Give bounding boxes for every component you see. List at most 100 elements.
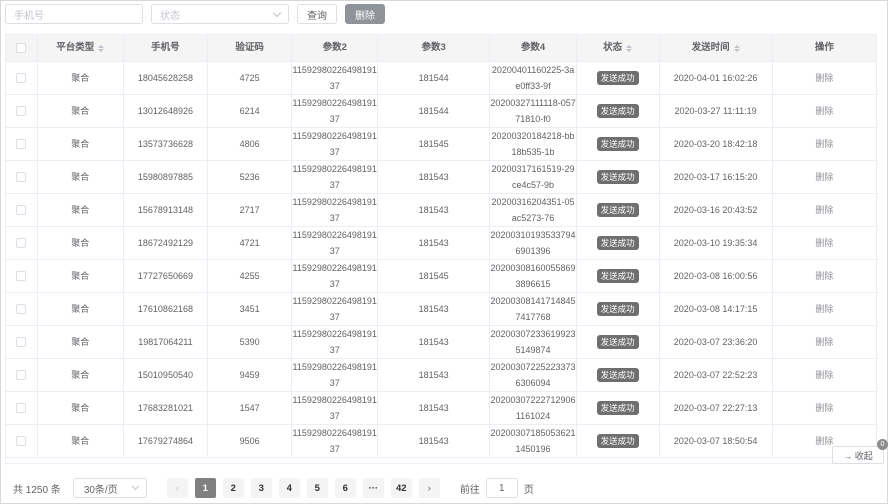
status-badge: 发送成功 — [596, 137, 639, 151]
cell-code: 9506 — [208, 425, 293, 457]
cell-send-time: 2020-03-20 18:42:18 — [660, 128, 773, 160]
row-checkbox[interactable] — [16, 337, 27, 347]
cell-send-time: 2020-03-10 19:35:34 — [660, 227, 773, 259]
cell-send-time: 2020-03-07 22:27:13 — [660, 392, 773, 424]
cell-code: 4806 — [208, 128, 293, 160]
row-delete-link[interactable]: 删除 — [815, 70, 833, 86]
cell-action: 删除 — [773, 359, 876, 391]
cell-code: 5390 — [208, 326, 293, 358]
cell-param2: 1159298022649819137 — [292, 326, 379, 358]
header-send-time[interactable]: 发送时间 — [660, 35, 773, 61]
row-delete-link[interactable]: 删除 — [815, 103, 833, 119]
row-checkbox[interactable] — [16, 304, 27, 314]
row-checkbox[interactable] — [16, 205, 27, 215]
row-checkbox[interactable] — [16, 106, 27, 116]
cell-param2: 1159298022649819137 — [292, 293, 379, 325]
row-select — [6, 62, 38, 94]
header-platform[interactable]: 平台类型 — [38, 35, 125, 61]
row-delete-link[interactable]: 删除 — [815, 202, 833, 218]
table-body: 聚合 18045628258 4725 1159298022649819137 1815… — [6, 62, 876, 458]
row-checkbox[interactable] — [16, 271, 27, 281]
row-checkbox[interactable] — [16, 139, 27, 149]
page-button[interactable]: 4 — [278, 478, 300, 498]
header-code: 验证码 — [208, 35, 293, 61]
header-status[interactable]: 状态 — [577, 35, 660, 61]
phone-search-input[interactable]: 手机号 — [5, 4, 143, 24]
cell-send-time: 2020-04-01 16:02:26 — [660, 62, 773, 94]
row-delete-link[interactable]: 删除 — [815, 433, 833, 449]
page-button[interactable]: 5 — [306, 478, 328, 498]
select-all-checkbox[interactable] — [16, 43, 27, 53]
row-select — [6, 95, 38, 127]
sort-icon[interactable] — [98, 44, 105, 52]
cell-platform: 聚合 — [38, 392, 125, 424]
page-button[interactable]: 6 — [334, 478, 356, 498]
cell-send-time: 2020-03-08 14:17:15 — [660, 293, 773, 325]
cell-code: 4255 — [208, 260, 293, 292]
cell-phone: 15678913148 — [124, 194, 208, 226]
cell-phone: 17727650669 — [124, 260, 208, 292]
cell-status: 发送成功 — [577, 128, 660, 160]
cell-status: 发送成功 — [577, 227, 660, 259]
status-badge: 发送成功 — [596, 335, 639, 349]
row-select — [6, 293, 38, 325]
row-delete-link[interactable]: 删除 — [815, 169, 833, 185]
sort-icon[interactable] — [626, 44, 633, 52]
prev-page-button[interactable]: ‹ — [166, 478, 188, 498]
cell-param3: 181544 — [378, 95, 491, 127]
row-delete-link[interactable]: 删除 — [815, 136, 833, 152]
next-page-button[interactable]: › — [418, 478, 440, 498]
row-select — [6, 128, 38, 160]
cell-param3: 181543 — [378, 392, 491, 424]
status-select[interactable]: 状态 — [151, 4, 289, 24]
cell-platform: 聚合 — [38, 62, 125, 94]
row-delete-link[interactable]: 删除 — [815, 367, 833, 383]
goto-page-input[interactable]: 1 — [485, 478, 518, 498]
cell-param3: 181543 — [378, 161, 491, 193]
page-size-select[interactable]: 30条/页 — [72, 478, 147, 498]
cell-param4: 20200320184218-bb18b535-1b — [490, 128, 577, 160]
cell-code: 2717 — [208, 194, 293, 226]
query-button[interactable]: 查询 — [297, 4, 337, 24]
corner-badge: 0 — [877, 439, 888, 450]
page-button[interactable]: 3 — [250, 478, 272, 498]
cell-status: 发送成功 — [577, 194, 660, 226]
row-checkbox[interactable] — [16, 238, 27, 248]
row-checkbox[interactable] — [16, 403, 27, 413]
row-select — [6, 260, 38, 292]
cell-send-time: 2020-03-07 18:50:54 — [660, 425, 773, 457]
cell-send-time: 2020-03-16 20:43:52 — [660, 194, 773, 226]
page-button[interactable]: 1 — [194, 478, 216, 498]
page-button[interactable]: 42 — [390, 478, 412, 498]
row-checkbox[interactable] — [16, 172, 27, 182]
status-badge: 发送成功 — [596, 269, 639, 283]
row-checkbox[interactable] — [16, 436, 27, 446]
delete-button[interactable]: 删除 — [345, 4, 385, 24]
row-delete-link[interactable]: 删除 — [815, 334, 833, 350]
row-delete-link[interactable]: 删除 — [815, 301, 833, 317]
cell-param3: 181543 — [378, 293, 491, 325]
cell-code: 6214 — [208, 95, 293, 127]
cell-platform: 聚合 — [38, 227, 125, 259]
row-delete-link[interactable]: 删除 — [815, 235, 833, 251]
row-checkbox[interactable] — [16, 370, 27, 380]
cell-param3: 181545 — [378, 128, 491, 160]
row-checkbox[interactable] — [16, 73, 27, 83]
table-row: 聚合 15678913148 2717 1159298022649819137 1815… — [6, 194, 876, 227]
status-badge: 发送成功 — [596, 203, 639, 217]
cell-param4: 202003072252233736306094 — [490, 359, 577, 391]
cell-send-time: 2020-03-08 16:00:56 — [660, 260, 773, 292]
row-delete-link[interactable]: 删除 — [815, 400, 833, 416]
cell-param3: 181543 — [378, 326, 491, 358]
row-delete-link[interactable]: 删除 — [815, 268, 833, 284]
page-button[interactable]: 2 — [222, 478, 244, 498]
cell-platform: 聚合 — [38, 128, 125, 160]
cell-phone: 17679274864 — [124, 425, 208, 457]
cell-param3: 181543 — [378, 359, 491, 391]
sort-icon[interactable] — [733, 44, 740, 52]
cell-phone: 19817064211 — [124, 326, 208, 358]
cell-param3: 181543 — [378, 227, 491, 259]
collapse-button[interactable]: → 收起 — [832, 446, 884, 464]
phone-placeholder: 手机号 — [14, 10, 44, 22]
page-button[interactable]: ··· — [362, 478, 384, 498]
